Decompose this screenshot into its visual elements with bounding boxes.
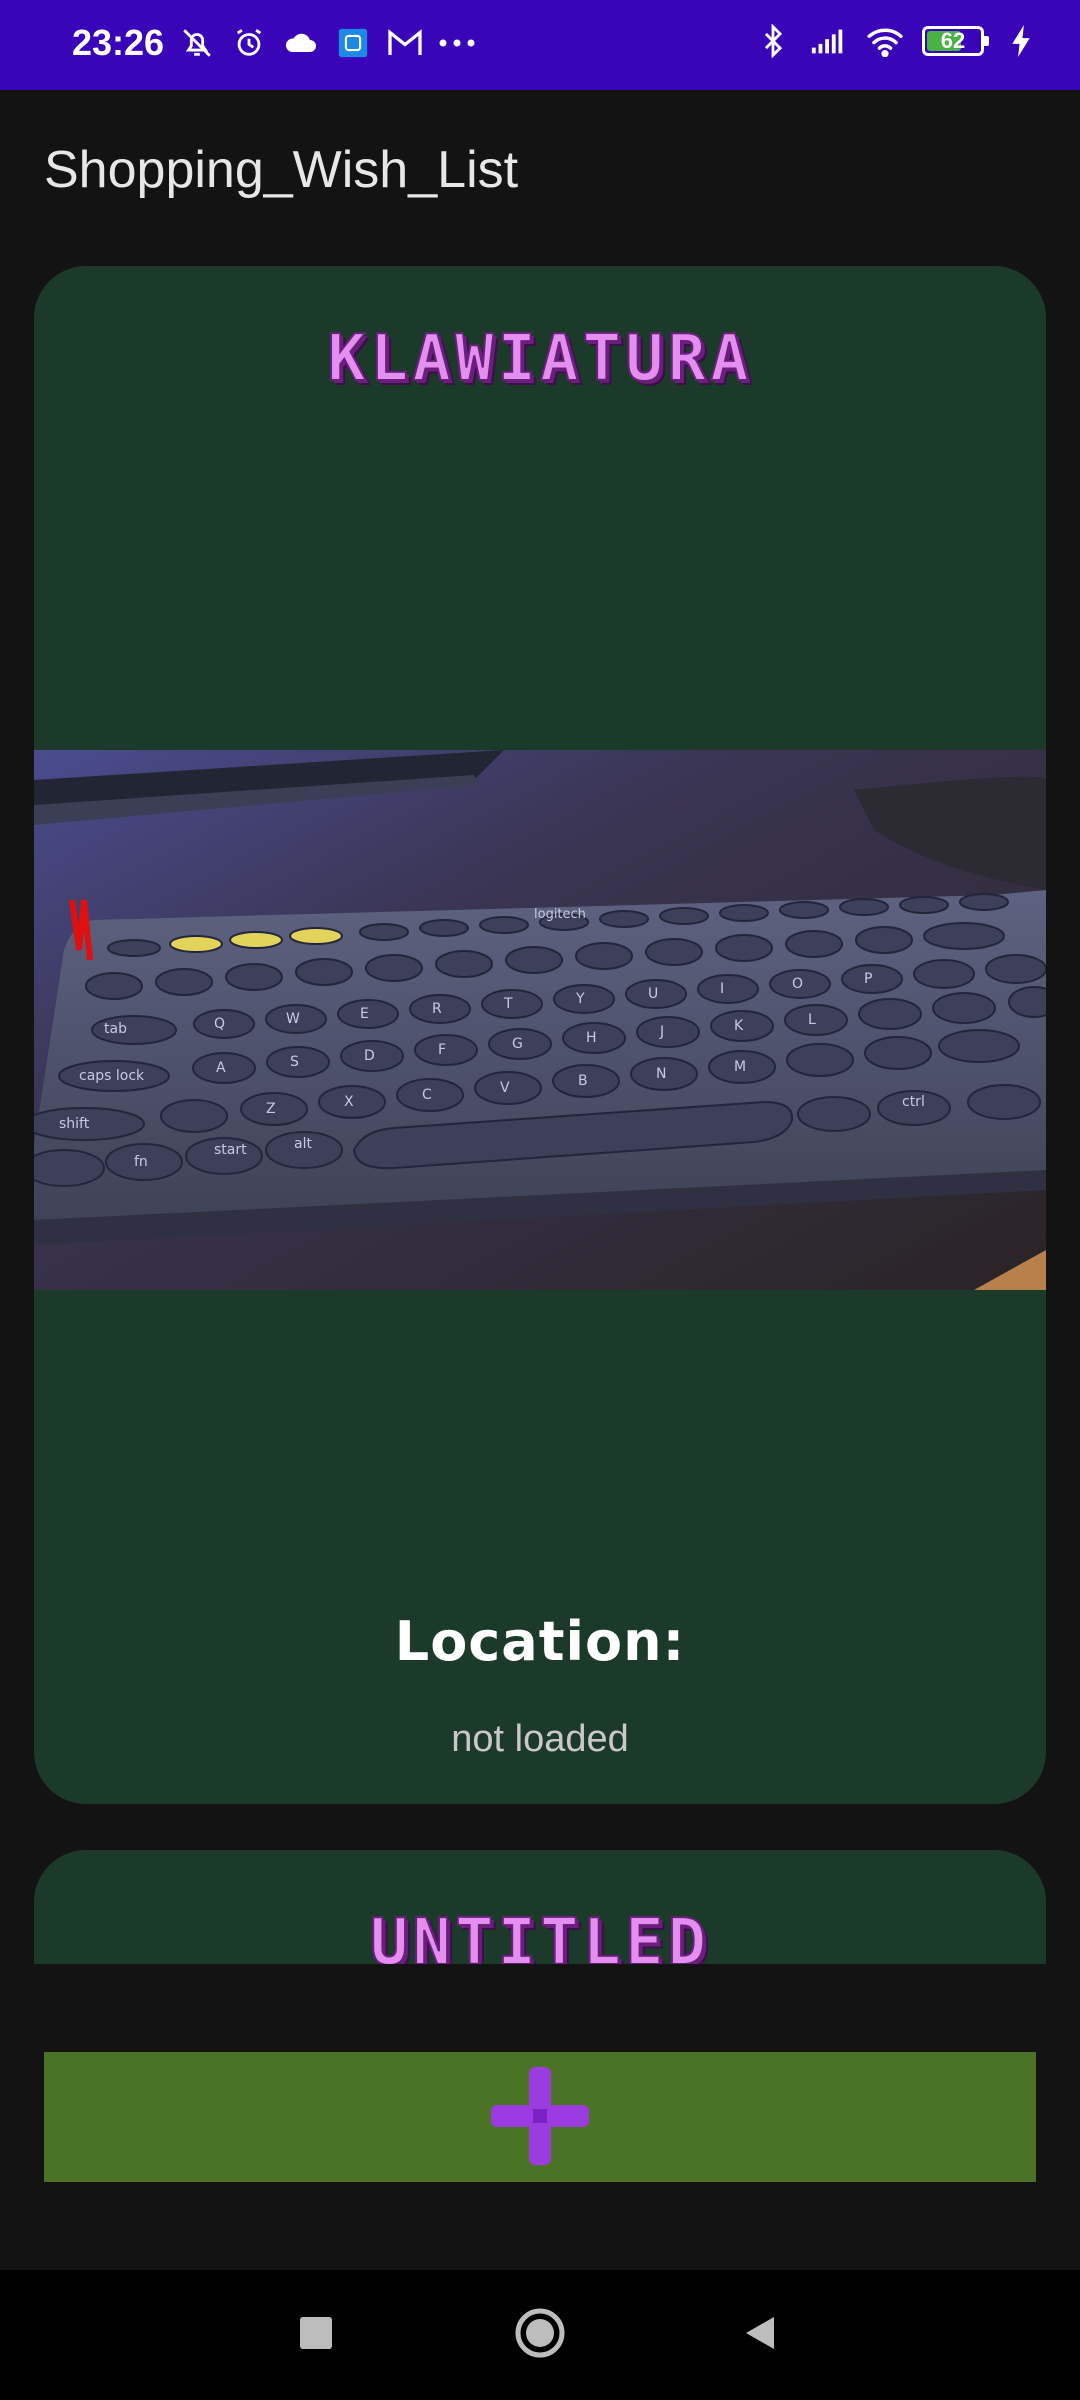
- svg-text:L: L: [808, 1012, 816, 1028]
- svg-text:B: B: [578, 1073, 588, 1089]
- svg-text:Y: Y: [575, 991, 585, 1007]
- svg-text:O: O: [792, 976, 803, 992]
- signal-icon: [810, 22, 848, 60]
- battery-level: 62: [940, 28, 966, 53]
- location-label: Location:: [394, 1610, 686, 1673]
- svg-text:H: H: [586, 1030, 597, 1046]
- status-icons-left: [178, 24, 476, 62]
- home-circle-icon: [514, 2307, 566, 2364]
- home-button[interactable]: [480, 2270, 600, 2400]
- svg-text:E: E: [360, 1006, 369, 1022]
- svg-text:J: J: [659, 1024, 664, 1040]
- svg-text:U: U: [648, 986, 658, 1002]
- svg-text:shift: shift: [59, 1116, 90, 1132]
- back-button[interactable]: [700, 2270, 820, 2400]
- wish-item-card[interactable]: UNTITLED: [34, 1850, 1046, 1964]
- svg-text:T: T: [503, 996, 513, 1012]
- svg-text:X: X: [344, 1094, 354, 1110]
- recents-button[interactable]: [256, 2270, 376, 2400]
- plus-icon: [485, 2061, 595, 2174]
- bell-off-icon: [178, 24, 216, 62]
- svg-text:W: W: [286, 1011, 300, 1027]
- wish-item-card[interactable]: KLAWIATURA tab Q W E R T Y U I O P caps …: [34, 266, 1046, 1804]
- svg-text:Z: Z: [266, 1101, 276, 1117]
- svg-text:D: D: [364, 1048, 375, 1064]
- svg-text:logitech: logitech: [534, 907, 586, 922]
- gmail-icon: [386, 24, 424, 62]
- svg-text:M: M: [734, 1059, 746, 1075]
- system-nav-bar: [0, 2270, 1080, 2400]
- keyboard-photo: tab Q W E R T Y U I O P caps lock A S D F G H J K L shi…: [34, 750, 1046, 1290]
- add-item-button[interactable]: [44, 2052, 1036, 2182]
- svg-text:A: A: [216, 1060, 226, 1076]
- wish-list[interactable]: KLAWIATURA tab Q W E R T Y U I O P caps …: [34, 266, 1046, 1964]
- svg-text:ctrl: ctrl: [902, 1094, 925, 1110]
- bluetooth-icon: [754, 22, 792, 60]
- location-value: not loaded: [451, 1718, 629, 1760]
- charging-icon: [1002, 22, 1040, 60]
- svg-text:Q: Q: [214, 1016, 225, 1032]
- status-icons-right: 62: [754, 22, 1040, 60]
- app-icon: [334, 24, 372, 62]
- svg-text:S: S: [290, 1054, 299, 1070]
- status-time: 23:26: [72, 22, 165, 63]
- svg-text:alt: alt: [294, 1136, 312, 1152]
- svg-text:G: G: [512, 1036, 523, 1052]
- status-bar: 23:26 62: [0, 0, 1080, 90]
- cloud-icon: [282, 24, 320, 62]
- app-title: Shopping_Wish_List: [44, 141, 519, 199]
- svg-text:fn: fn: [134, 1154, 148, 1170]
- svg-text:tab: tab: [104, 1021, 127, 1037]
- svg-text:N: N: [656, 1066, 666, 1082]
- item-title: KLAWIATURA: [326, 321, 753, 397]
- item-title: UNTITLED: [369, 1905, 711, 1964]
- svg-text:R: R: [432, 1001, 442, 1017]
- recents-square-icon: [298, 2315, 334, 2356]
- wifi-icon: [866, 22, 904, 60]
- svg-text:V: V: [500, 1080, 510, 1096]
- svg-text:P: P: [864, 971, 872, 987]
- svg-text:C: C: [422, 1087, 432, 1103]
- svg-text:K: K: [734, 1018, 744, 1034]
- alarm-icon: [230, 24, 268, 62]
- svg-text:start: start: [214, 1142, 247, 1158]
- svg-text:I: I: [720, 981, 724, 997]
- more-dots-icon: [438, 24, 476, 62]
- svg-text:F: F: [438, 1042, 446, 1058]
- back-triangle-icon: [740, 2313, 780, 2358]
- battery-icon: 62: [922, 26, 989, 56]
- svg-text:caps lock: caps lock: [79, 1068, 145, 1084]
